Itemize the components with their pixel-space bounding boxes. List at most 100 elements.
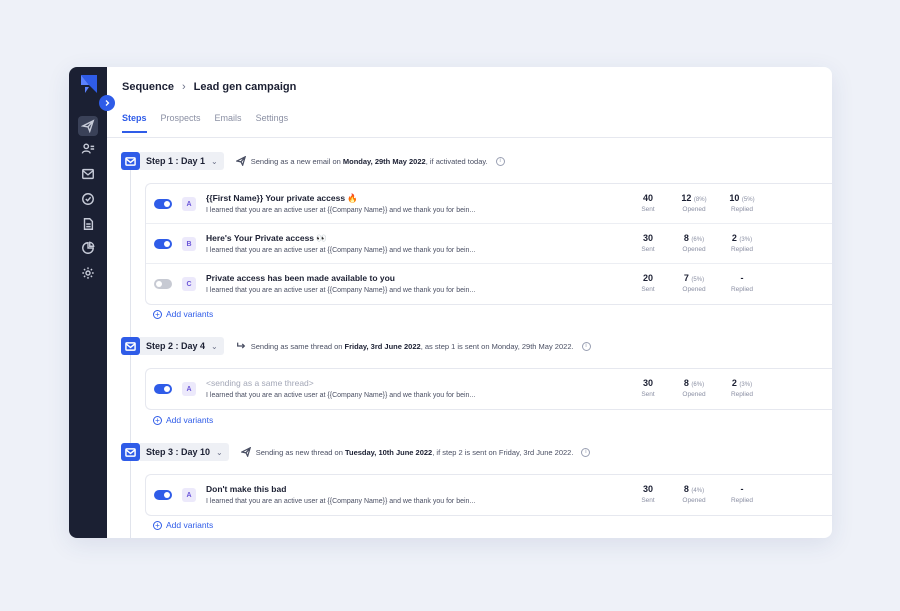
- variant-row: B Here's Your Private access 👀 I learned…: [146, 224, 832, 264]
- info-icon[interactable]: i: [581, 447, 591, 457]
- replied-metric: - Replied: [720, 484, 764, 504]
- sent-label: Sent: [641, 391, 655, 398]
- breadcrumb: Sequence › Lead gen campaign: [122, 77, 296, 97]
- replied-count: 2: [731, 233, 737, 243]
- add-variants-label: Add variants: [166, 415, 214, 425]
- variant-preview: I learned that you are an active user at…: [206, 287, 476, 294]
- opened-label: Opened: [682, 286, 706, 293]
- mail-icon: [121, 443, 140, 461]
- replied-label: Replied: [730, 391, 754, 398]
- info-icon[interactable]: i: [581, 341, 591, 351]
- step-3-label: Step 3 : Day 10: [146, 447, 211, 457]
- step-2-selector[interactable]: Step 2 : Day 4 ⌄: [140, 337, 224, 355]
- opened-label: Opened: [682, 206, 706, 213]
- sent-count: 30: [642, 378, 653, 388]
- breadcrumb-root[interactable]: Sequence: [122, 81, 174, 93]
- sent-metric: 30 Sent: [626, 233, 670, 253]
- plus-circle-icon: +: [153, 309, 162, 319]
- variant-badge: A: [182, 197, 196, 211]
- replied-label: Replied: [730, 286, 754, 293]
- step-3-note-date: Tuesday, 10th June 2022: [344, 447, 433, 457]
- info-icon[interactable]: i: [495, 156, 505, 166]
- step-3-variants-card: A Don't make this bad I learned that you…: [145, 474, 832, 516]
- variant-toggle[interactable]: [154, 384, 172, 394]
- replied-label: Replied: [730, 206, 754, 213]
- add-variants-label: Add variants: [166, 520, 214, 530]
- plus-circle-icon: +: [153, 520, 162, 530]
- send-icon[interactable]: [78, 116, 98, 136]
- step-1-header: Step 1 : Day 1 ⌄ Sending as a new email …: [121, 152, 505, 170]
- mail-icon: [121, 152, 140, 170]
- chart-icon[interactable]: [78, 238, 98, 258]
- replied-count: -: [740, 484, 744, 494]
- step-3-selector[interactable]: Step 3 : Day 10 ⌄: [140, 443, 229, 461]
- opened-metric: 8 (6%) Opened: [672, 378, 716, 398]
- sent-count: 30: [642, 484, 653, 494]
- step-2-label: Step 2 : Day 4: [146, 341, 206, 351]
- replied-count: 2: [731, 378, 737, 388]
- step-3-header: Step 3 : Day 10 ⌄ Sending as new thread …: [121, 443, 591, 461]
- add-variants-button[interactable]: + Add variants: [153, 415, 213, 425]
- step-2-note-post: , as step 1 is sent on Monday, 29th May …: [420, 341, 574, 351]
- opened-percent: (6%): [691, 382, 705, 388]
- sent-metric: 30 Sent: [626, 378, 670, 398]
- replied-metric: 10 (5%) Replied: [720, 193, 764, 213]
- chevron-right-icon: [105, 100, 110, 106]
- step-3-note-pre: Sending as new thread on: [255, 447, 345, 457]
- opened-metric: 7 (5%) Opened: [672, 273, 716, 293]
- variant-toggle[interactable]: [154, 199, 172, 209]
- variant-badge: C: [182, 277, 196, 291]
- variant-preview: I learned that you are an active user at…: [206, 247, 476, 254]
- variant-subject[interactable]: Private access has been made available t…: [206, 273, 395, 283]
- document-icon[interactable]: [78, 214, 98, 234]
- variant-subject[interactable]: Don't make this bad: [206, 484, 286, 494]
- send-icon: [240, 447, 251, 457]
- tab-prospects[interactable]: Prospects: [161, 113, 201, 133]
- step-1-selector[interactable]: Step 1 : Day 1 ⌄: [140, 152, 224, 170]
- opened-count: 8: [683, 378, 689, 388]
- replied-label: Replied: [730, 246, 754, 253]
- opened-metric: 8 (4%) Opened: [672, 484, 716, 504]
- inbox-icon[interactable]: [78, 164, 98, 184]
- brand-logo-icon: [81, 75, 97, 93]
- step-2-variants-card: A <sending as a same thread> I learned t…: [145, 368, 832, 410]
- gear-icon[interactable]: [78, 263, 98, 283]
- variant-subject[interactable]: Here's Your Private access 👀: [206, 233, 327, 244]
- variant-subject[interactable]: {{First Name}} Your private access 🔥: [206, 193, 358, 204]
- step-1-label: Step 1 : Day 1: [146, 156, 206, 166]
- reply-arrow-icon: [236, 342, 245, 349]
- step-1-variants-card: A {{First Name}} Your private access 🔥 I…: [145, 183, 832, 305]
- prospects-icon[interactable]: [78, 139, 98, 159]
- add-variants-button[interactable]: + Add variants: [153, 309, 213, 319]
- tab-bar: Steps Prospects Emails Settings: [122, 113, 288, 133]
- replied-metric: 2 (3%) Replied: [720, 233, 764, 253]
- app-window: Sequence › Lead gen campaign Steps Prosp…: [69, 67, 832, 538]
- mail-icon: [121, 337, 140, 355]
- tab-settings[interactable]: Settings: [256, 113, 289, 133]
- variant-toggle[interactable]: [154, 279, 172, 289]
- variant-toggle[interactable]: [154, 239, 172, 249]
- chevron-down-icon: ⌄: [211, 341, 218, 351]
- expand-sidebar-button[interactable]: [99, 95, 115, 111]
- chevron-down-icon: ⌄: [211, 156, 218, 166]
- tab-steps[interactable]: Steps: [122, 113, 147, 133]
- opened-count: 7: [683, 273, 689, 283]
- opened-metric: 8 (6%) Opened: [672, 233, 716, 253]
- opened-percent: (5%): [691, 277, 705, 283]
- sent-label: Sent: [641, 286, 655, 293]
- sent-metric: 30 Sent: [626, 484, 670, 504]
- variant-toggle[interactable]: [154, 490, 172, 500]
- step-2-note-pre: Sending as same thread on: [250, 341, 345, 351]
- tab-emails[interactable]: Emails: [215, 113, 242, 133]
- add-variants-button[interactable]: + Add variants: [153, 520, 213, 530]
- step-1-note-post: , if activated today.: [425, 156, 488, 166]
- sidebar-rail: [69, 67, 107, 538]
- tasks-icon[interactable]: [78, 189, 98, 209]
- breadcrumb-current: Lead gen campaign: [193, 81, 297, 93]
- variant-preview: I learned that you are an active user at…: [206, 498, 476, 505]
- variant-row: C Private access has been made available…: [146, 264, 832, 304]
- replied-percent: (3%): [739, 382, 753, 388]
- opened-metric: 12 (8%) Opened: [672, 193, 716, 213]
- chevron-down-icon: ⌄: [216, 447, 223, 457]
- variant-subject[interactable]: <sending as a same thread>: [206, 378, 314, 388]
